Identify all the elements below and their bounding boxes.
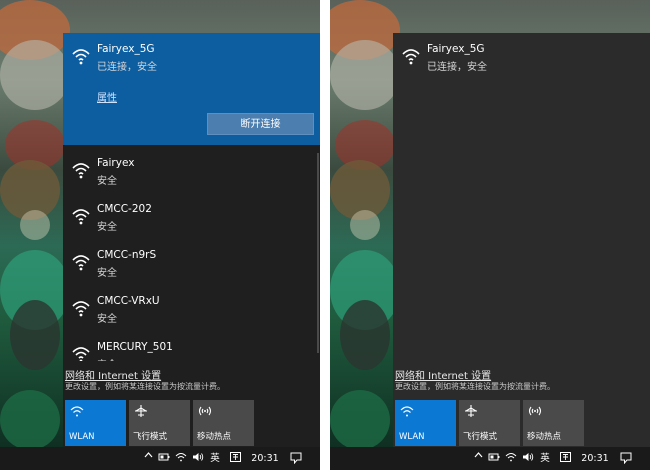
network-status: 已连接，安全 <box>427 62 487 73</box>
battery-icon[interactable] <box>487 447 501 470</box>
volume-icon[interactable] <box>521 447 535 470</box>
ime-indicator[interactable]: 英 <box>538 447 552 470</box>
connected-network-row[interactable]: Fairyex_5G 已连接，安全 <box>63 33 320 79</box>
connected-network-row[interactable]: Fairyex_5G 已连接，安全 <box>393 33 650 79</box>
wifi-icon <box>401 47 421 65</box>
network-ssid: Fairyex_5G <box>427 43 485 55</box>
network-status: 安全 <box>97 356 117 361</box>
network-list-item[interactable]: CMCC-n9rS 安全 <box>63 239 320 285</box>
wifi-icon <box>70 405 84 417</box>
network-status: 安全 <box>97 222 117 233</box>
notification-center-icon[interactable] <box>618 447 634 470</box>
ime-mode-icon[interactable] <box>558 447 572 470</box>
hotspot-icon <box>528 405 542 417</box>
airplane-icon <box>134 405 148 417</box>
airplane-mode-tile[interactable]: 飞行模式 <box>459 400 520 446</box>
network-ssid: Fairyex_5G <box>97 43 155 55</box>
left-screenshot: Fairyex_5G 已连接，安全 属性 断开连接 Fairyex 安全 CMC… <box>0 0 320 470</box>
network-ssid: MERCURY_501 <box>97 341 173 353</box>
tile-label: 飞行模式 <box>133 432 168 442</box>
network-flyout: Fairyex_5G 已连接，安全 网络和 Internet 设置 更改设置，例… <box>393 33 650 447</box>
right-screenshot: Fairyex_5G 已连接，安全 网络和 Internet 设置 更改设置，例… <box>330 0 650 470</box>
clock[interactable]: 20:31 <box>250 447 280 470</box>
network-ssid: CMCC-VRxU <box>97 295 160 307</box>
network-settings-link[interactable]: 网络和 Internet 设置 <box>395 367 491 382</box>
network-status: 已连接，安全 <box>97 62 157 73</box>
tile-label: WLAN <box>69 432 95 442</box>
airplane-mode-tile[interactable]: 飞行模式 <box>129 400 190 446</box>
tile-label: 飞行模式 <box>463 432 498 442</box>
wifi-icon <box>71 207 91 225</box>
taskbar: 英 20:31 <box>330 447 650 470</box>
wifi-icon <box>71 47 91 65</box>
tile-label: WLAN <box>399 432 425 442</box>
hotspot-icon <box>198 405 212 417</box>
wlan-tile[interactable]: WLAN <box>395 400 456 446</box>
volume-icon[interactable] <box>191 447 205 470</box>
network-settings-description: 更改设置，例如将某连接设置为按流量计费。 <box>65 382 225 391</box>
show-hidden-icons-button[interactable] <box>142 447 154 470</box>
network-list-item[interactable]: MERCURY_501 安全 <box>63 331 320 361</box>
network-ssid: CMCC-n9rS <box>97 249 157 261</box>
properties-link[interactable]: 属性 <box>97 89 117 104</box>
network-flyout: Fairyex_5G 已连接，安全 属性 断开连接 Fairyex 安全 CMC… <box>63 33 320 447</box>
ime-indicator[interactable]: 英 <box>208 447 222 470</box>
clock[interactable]: 20:31 <box>580 447 610 470</box>
network-list-item[interactable]: Fairyex 安全 <box>63 147 320 193</box>
mobile-hotspot-tile[interactable]: 移动热点 <box>523 400 584 446</box>
scrollbar[interactable] <box>317 153 319 353</box>
network-list-item[interactable]: CMCC-202 安全 <box>63 193 320 239</box>
ime-mode-icon[interactable] <box>228 447 242 470</box>
wifi-icon <box>71 299 91 317</box>
show-hidden-icons-button[interactable] <box>472 447 484 470</box>
connected-network[interactable]: Fairyex_5G 已连接，安全 属性 断开连接 <box>63 33 320 145</box>
network-tray-icon[interactable] <box>504 447 518 470</box>
airplane-icon <box>464 405 478 417</box>
network-settings-link[interactable]: 网络和 Internet 设置 <box>65 367 161 382</box>
network-status: 安全 <box>97 176 117 187</box>
wifi-icon <box>71 253 91 271</box>
network-list-item[interactable]: CMCC-VRxU 安全 <box>63 285 320 331</box>
network-ssid: CMCC-202 <box>97 203 152 215</box>
taskbar: 英 20:31 <box>0 447 320 470</box>
wlan-tile[interactable]: WLAN <box>65 400 126 446</box>
tile-label: 移动热点 <box>527 432 562 442</box>
network-status: 安全 <box>97 268 117 279</box>
network-status: 安全 <box>97 314 117 325</box>
connected-network[interactable]: Fairyex_5G 已连接，安全 <box>393 33 650 83</box>
notification-center-icon[interactable] <box>288 447 304 470</box>
mobile-hotspot-tile[interactable]: 移动热点 <box>193 400 254 446</box>
disconnect-button[interactable]: 断开连接 <box>207 113 314 135</box>
wifi-icon <box>71 345 91 361</box>
network-ssid: Fairyex <box>97 157 135 169</box>
network-tray-icon[interactable] <box>174 447 188 470</box>
battery-icon[interactable] <box>157 447 171 470</box>
wifi-icon <box>400 405 414 417</box>
wifi-icon <box>71 161 91 179</box>
network-settings-description: 更改设置，例如将某连接设置为按流量计费。 <box>395 382 555 391</box>
tile-label: 移动热点 <box>197 432 232 442</box>
